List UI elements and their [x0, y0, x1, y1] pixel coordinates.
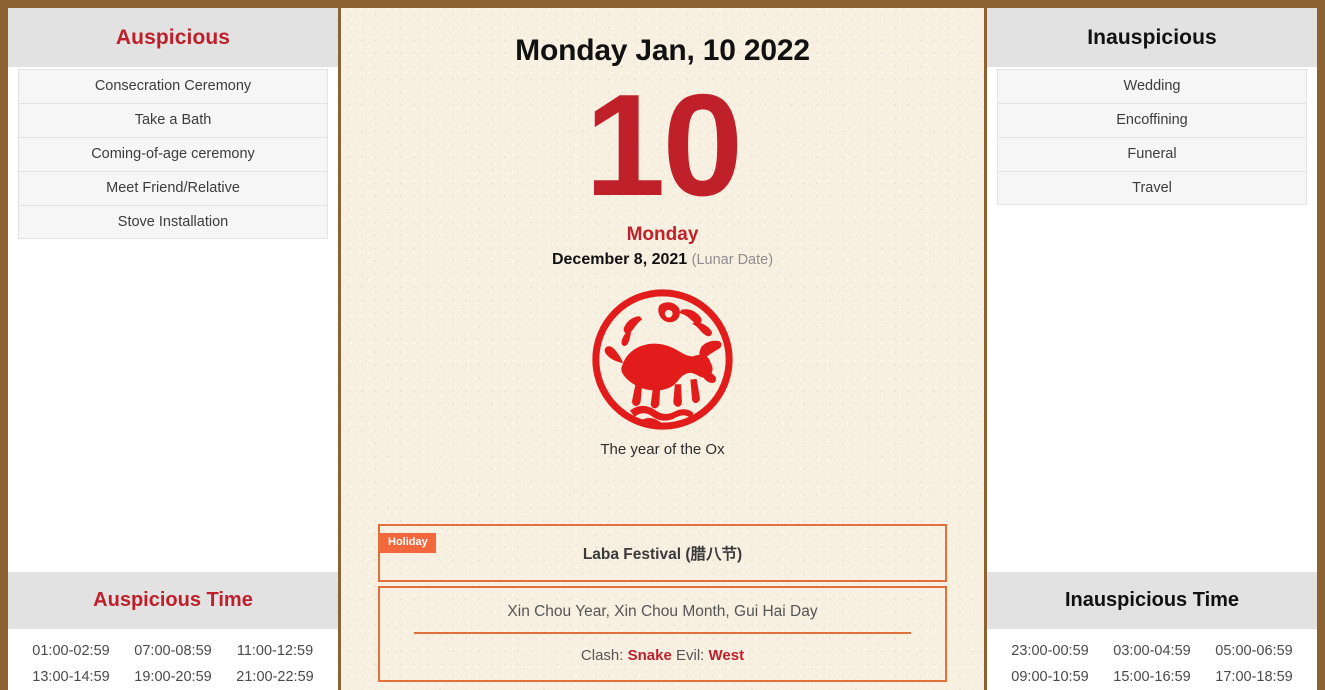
festival-block: Holiday Laba Festival (腊八节) Xin Chou Yea… — [378, 524, 947, 682]
auspicious-panel: Auspicious Consecration Ceremony Take a … — [0, 8, 338, 690]
auspicious-activity-list: Consecration Ceremony Take a Bath Coming… — [8, 67, 338, 239]
status-badge: Holiday — [380, 533, 436, 553]
auspicious-panel-spacer — [8, 239, 338, 572]
festival-row: Holiday Laba Festival (腊八节) — [378, 524, 947, 582]
list-item[interactable]: Encoffining — [997, 103, 1307, 137]
day-number: 10 — [584, 64, 743, 226]
inauspicious-activity-list: Wedding Encoffining Funeral Travel — [987, 67, 1317, 205]
auspicious-time-header: Auspicious Time — [8, 572, 338, 629]
list-item[interactable]: Coming-of-age ceremony — [18, 137, 328, 171]
calendar-page: Auspicious Consecration Ceremony Take a … — [0, 0, 1325, 690]
inauspicious-time-title: Inauspicious Time — [1064, 589, 1240, 611]
ox-papercut-icon — [585, 282, 740, 437]
lunar-date-line: December 8, 2021 (Lunar Date) — [552, 251, 773, 269]
time-cell: 23:00-00:59 — [1011, 643, 1089, 659]
inauspicious-time-grid: 23:00-00:59 03:00-04:59 05:00-06:59 09:0… — [987, 629, 1317, 690]
page-title: Monday Jan, 10 2022 — [515, 34, 810, 67]
time-cell: 11:00-12:59 — [236, 643, 314, 659]
date-detail-panel: Monday Jan, 10 2022 10 Monday December 8… — [338, 8, 987, 690]
time-cell: 13:00-14:59 — [32, 669, 110, 685]
time-cell: 03:00-04:59 — [1113, 643, 1191, 659]
time-cell: 09:00-10:59 — [1011, 669, 1089, 685]
list-item[interactable]: Stove Installation — [18, 205, 328, 239]
list-item[interactable]: Take a Bath — [18, 103, 328, 137]
clash-label: Clash: — [580, 647, 624, 664]
ganzhi-box: Xin Chou Year, Xin Chou Month, Gui Hai D… — [378, 586, 947, 682]
inauspicious-header: Inauspicious — [987, 8, 1317, 67]
time-cell: 05:00-06:59 — [1215, 643, 1293, 659]
weekday-label: Monday — [626, 224, 699, 245]
clash-line: Clash: Snake Evil: West — [581, 647, 744, 664]
auspicious-header-title: Auspicious — [115, 25, 231, 49]
time-cell: 07:00-08:59 — [134, 643, 212, 659]
inauspicious-time-header: Inauspicious Time — [987, 572, 1317, 629]
list-item[interactable]: Funeral — [997, 137, 1307, 171]
list-item[interactable]: Wedding — [997, 69, 1307, 103]
festival-name: Laba Festival (腊八节) — [582, 546, 743, 563]
list-item[interactable]: Meet Friend/Relative — [18, 171, 328, 205]
clash-value: Snake — [627, 647, 672, 664]
time-cell: 21:00-22:59 — [236, 669, 314, 685]
lunar-date-value: December 8, 2021 — [551, 251, 688, 268]
inauspicious-panel-spacer — [987, 205, 1317, 572]
ganzhi-line: Xin Chou Year, Xin Chou Month, Gui Hai D… — [413, 603, 912, 634]
time-cell: 19:00-20:59 — [134, 669, 212, 685]
inauspicious-panel: Inauspicious Wedding Encoffining Funeral… — [987, 8, 1325, 690]
auspicious-time-grid: 01:00-02:59 07:00-08:59 11:00-12:59 13:0… — [8, 629, 338, 690]
time-cell: 15:00-16:59 — [1113, 669, 1191, 685]
lunar-date-caption: (Lunar Date) — [691, 252, 774, 268]
auspicious-header: Auspicious — [8, 8, 338, 67]
zodiac-caption: The year of the Ox — [600, 441, 725, 458]
auspicious-time-title: Auspicious Time — [93, 589, 253, 611]
time-cell: 17:00-18:59 — [1215, 669, 1293, 685]
list-item[interactable]: Travel — [997, 171, 1307, 205]
evil-label: Evil: — [675, 647, 705, 664]
evil-value: West — [708, 647, 745, 664]
list-item[interactable]: Consecration Ceremony — [18, 69, 328, 103]
time-cell: 01:00-02:59 — [32, 643, 110, 659]
inauspicious-header-title: Inauspicious — [1087, 25, 1217, 49]
